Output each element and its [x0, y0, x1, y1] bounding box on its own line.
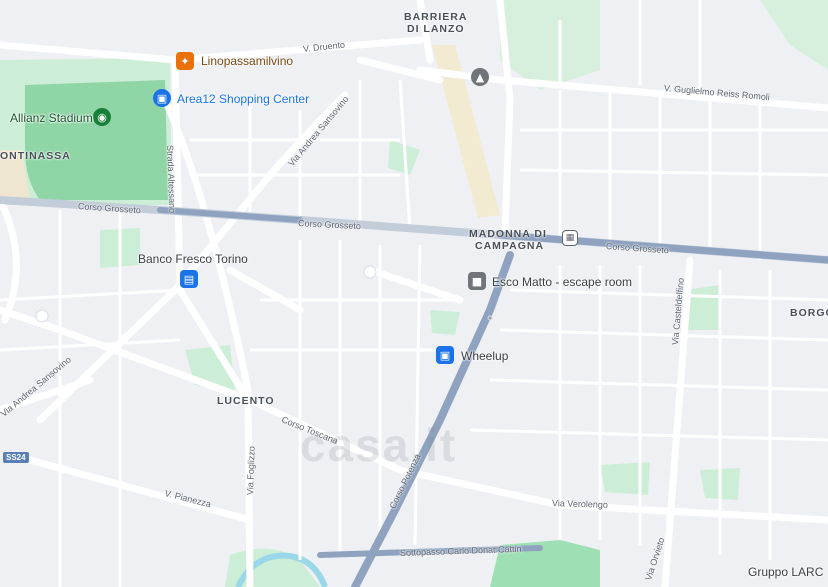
park-northeast — [760, 0, 828, 70]
poi-wheelup[interactable]: Wheelup — [461, 349, 508, 363]
poi-allianz[interactable]: Allianz Stadium — [10, 111, 93, 125]
poi-area12[interactable]: Area12 Shopping Center — [177, 92, 309, 106]
green-patch-3 — [430, 310, 460, 335]
poi-banco-fresco[interactable]: Banco Fresco Torino — [138, 252, 248, 266]
school-icon[interactable]: ▲ — [471, 68, 489, 86]
stadium-icon[interactable]: ◉ — [93, 108, 111, 126]
poi-esco-matto[interactable]: Esco Matto - escape room — [492, 275, 632, 289]
watermark: casa.it — [300, 419, 458, 471]
area-label-borgo: BORGO — [790, 307, 828, 319]
area-label-campagna: CAMPAGNA — [475, 240, 545, 252]
map-canvas[interactable]: BARRIERA DI LANZO ONTINASSA MADONNA DI C… — [0, 0, 828, 587]
shopping-bag-icon[interactable]: ▣ — [436, 346, 454, 364]
area-label-continassa: ONTINASSA — [0, 150, 71, 162]
escape-room-icon[interactable]: ■ — [468, 272, 486, 290]
transit-icon[interactable]: ▦ — [562, 230, 578, 246]
area-label-barriera: BARRIERA — [404, 11, 468, 23]
street-label-via-verolengo: Via Verolengo — [551, 498, 609, 510]
street-label-via-foglizzo: Via Foglizzo — [245, 445, 257, 496]
area-label-di-lanzo: DI LANZO — [407, 23, 465, 35]
green-patch-5 — [600, 462, 650, 495]
restaurant-icon[interactable]: ✦ — [176, 52, 194, 70]
route-shield-ss24: SS24 — [3, 452, 29, 463]
park-north — [500, 0, 600, 90]
shopping-bag-icon[interactable]: ▣ — [153, 89, 171, 107]
allianz-stadium-area — [25, 80, 168, 200]
poi-linopassamilvino[interactable]: Linopassamilvino — [201, 54, 293, 68]
shopping-cart-icon[interactable]: ▤ — [180, 270, 198, 288]
area-label-madonna: MADONNA DI — [469, 228, 547, 240]
area-label-lucento: LUCENTO — [217, 395, 275, 407]
poi-gruppo-larc[interactable]: Gruppo LARC — [748, 565, 823, 579]
